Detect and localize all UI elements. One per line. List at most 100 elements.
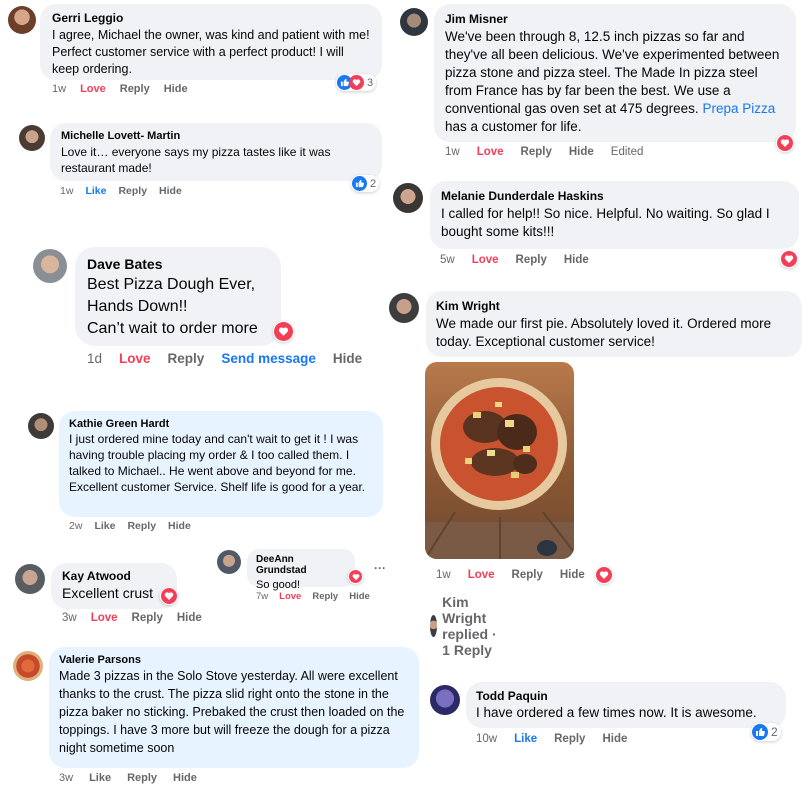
avatar[interactable] [393, 183, 423, 213]
comment-actions: 5w Love Reply Hide [440, 254, 589, 266]
reply-button[interactable]: Reply [120, 83, 150, 95]
timestamp[interactable]: 1w [436, 569, 451, 581]
hide-button[interactable]: Hide [177, 612, 202, 624]
like-button[interactable]: Like [85, 185, 106, 197]
reaction-summary[interactable] [780, 250, 798, 268]
commenter-name[interactable]: DeeAnn Grundstad [256, 554, 346, 576]
hide-button[interactable]: Hide [564, 254, 589, 266]
avatar[interactable] [15, 564, 45, 594]
reply-button[interactable]: Reply [554, 733, 585, 745]
replies-link[interactable]: Kim Wright replied · 1 Reply [430, 594, 503, 658]
timestamp[interactable]: 3w [62, 612, 77, 624]
reply-button[interactable]: Reply [516, 254, 547, 266]
reaction-summary[interactable] [273, 321, 294, 342]
love-button[interactable]: Love [477, 146, 504, 158]
hide-button[interactable]: Hide [349, 591, 370, 602]
reaction-summary[interactable] [595, 566, 613, 584]
hide-button[interactable]: Hide [164, 83, 188, 95]
hide-button[interactable]: Hide [569, 146, 594, 158]
timestamp[interactable]: 5w [440, 254, 455, 266]
comment-text: Love it… everyone says my pizza tastes l… [61, 145, 331, 175]
comment-text: We made our first pie. Absolutely loved … [436, 316, 772, 349]
reaction-summary[interactable] [160, 587, 178, 605]
hide-button[interactable]: Hide [159, 185, 182, 197]
comment-bubble: Kay Atwood Excellent crust [51, 563, 177, 609]
timestamp[interactable]: 7w [256, 591, 268, 602]
love-icon [596, 567, 612, 583]
reaction-summary[interactable]: 3 [336, 74, 377, 91]
timestamp[interactable]: 1d [87, 351, 102, 366]
reaction-summary[interactable] [348, 569, 363, 584]
reaction-summary[interactable] [776, 134, 794, 152]
more-options-button[interactable]: ··· [374, 561, 386, 575]
commenter-name[interactable]: Kim Wright [436, 299, 792, 313]
comment-text: Made 3 pizzas in the Solo Stove yesterda… [59, 669, 405, 755]
avatar[interactable] [13, 651, 43, 681]
reply-button[interactable]: Reply [312, 591, 338, 602]
commenter-name[interactable]: Todd Paquin [476, 689, 776, 703]
timestamp[interactable]: 1w [52, 83, 66, 95]
comment-bubble: Kathie Green Hardt I just ordered mine t… [59, 411, 383, 517]
timestamp[interactable]: 1w [445, 146, 460, 158]
like-button[interactable]: Like [94, 520, 115, 532]
reply-button[interactable]: Reply [132, 612, 163, 624]
love-button[interactable]: Love [472, 254, 499, 266]
commenter-name[interactable]: Melanie Dunderdale Haskins [441, 189, 788, 203]
avatar[interactable] [8, 6, 36, 34]
comment-actions: 3w Like Reply Hide [59, 772, 197, 784]
love-button[interactable]: Love [119, 351, 151, 366]
commenter-name[interactable]: Gerri Leggio [52, 11, 370, 25]
love-button[interactable]: Love [468, 569, 495, 581]
comment-text: Excellent crust [62, 585, 154, 601]
comment-text: I just ordered mine today and can't wait… [69, 432, 366, 494]
love-button[interactable]: Love [80, 83, 106, 95]
comment-actions: 1w Like Reply Hide [60, 185, 182, 197]
commenter-name[interactable]: Kathie Green Hardt [69, 418, 373, 430]
avatar[interactable] [430, 685, 460, 715]
timestamp[interactable]: 2w [69, 520, 82, 532]
comment-text: So good! [256, 579, 301, 591]
avatar[interactable] [389, 293, 419, 323]
hide-button[interactable]: Hide [173, 772, 197, 784]
reaction-summary[interactable]: 2 [351, 175, 380, 192]
like-button[interactable]: Like [514, 733, 537, 745]
reaction-summary[interactable]: 2 [751, 723, 781, 741]
reply-button[interactable]: Reply [168, 351, 205, 366]
reply-button[interactable]: Reply [127, 772, 157, 784]
hide-button[interactable]: Hide [560, 569, 585, 581]
hide-button[interactable]: Hide [333, 351, 362, 366]
hide-button[interactable]: Hide [602, 733, 627, 745]
reply-button[interactable]: Reply [118, 185, 147, 197]
commenter-name[interactable]: Dave Bates [87, 256, 269, 272]
comment-photo[interactable] [425, 362, 574, 559]
comment-text-line: Can’t wait to order more [87, 320, 258, 337]
send-message-button[interactable]: Send message [221, 351, 316, 366]
hide-button[interactable]: Hide [168, 520, 191, 532]
comment-actions: 7w Love Reply Hide [256, 591, 370, 602]
commenter-name[interactable]: Michelle Lovett- Martin [61, 130, 371, 142]
love-button[interactable]: Love [279, 591, 301, 602]
love-icon [781, 251, 797, 267]
timestamp[interactable]: 3w [59, 772, 73, 784]
timestamp[interactable]: 1w [60, 185, 73, 197]
love-button[interactable]: Love [91, 612, 118, 624]
reply-button[interactable]: Reply [127, 520, 156, 532]
comment-actions: 1w Love Reply Hide [436, 569, 585, 581]
commenter-name[interactable]: Kay Atwood [62, 569, 166, 583]
like-icon [752, 724, 768, 740]
avatar[interactable] [19, 125, 45, 151]
comment-actions: 1w Love Reply Hide [52, 83, 188, 95]
timestamp[interactable]: 10w [476, 733, 497, 745]
page-mention-link[interactable]: Prepa Pizza [702, 101, 775, 116]
avatar[interactable] [33, 249, 67, 283]
comment-bubble: Todd Paquin I have ordered a few times n… [466, 682, 786, 728]
love-icon [274, 322, 293, 341]
avatar[interactable] [400, 8, 428, 36]
reply-button[interactable]: Reply [521, 146, 552, 158]
reply-button[interactable]: Reply [512, 569, 543, 581]
commenter-name[interactable]: Jim Misner [445, 12, 785, 26]
commenter-name[interactable]: Valerie Parsons [59, 654, 409, 666]
like-button[interactable]: Like [89, 772, 111, 784]
avatar[interactable] [217, 550, 241, 574]
avatar[interactable] [28, 413, 54, 439]
